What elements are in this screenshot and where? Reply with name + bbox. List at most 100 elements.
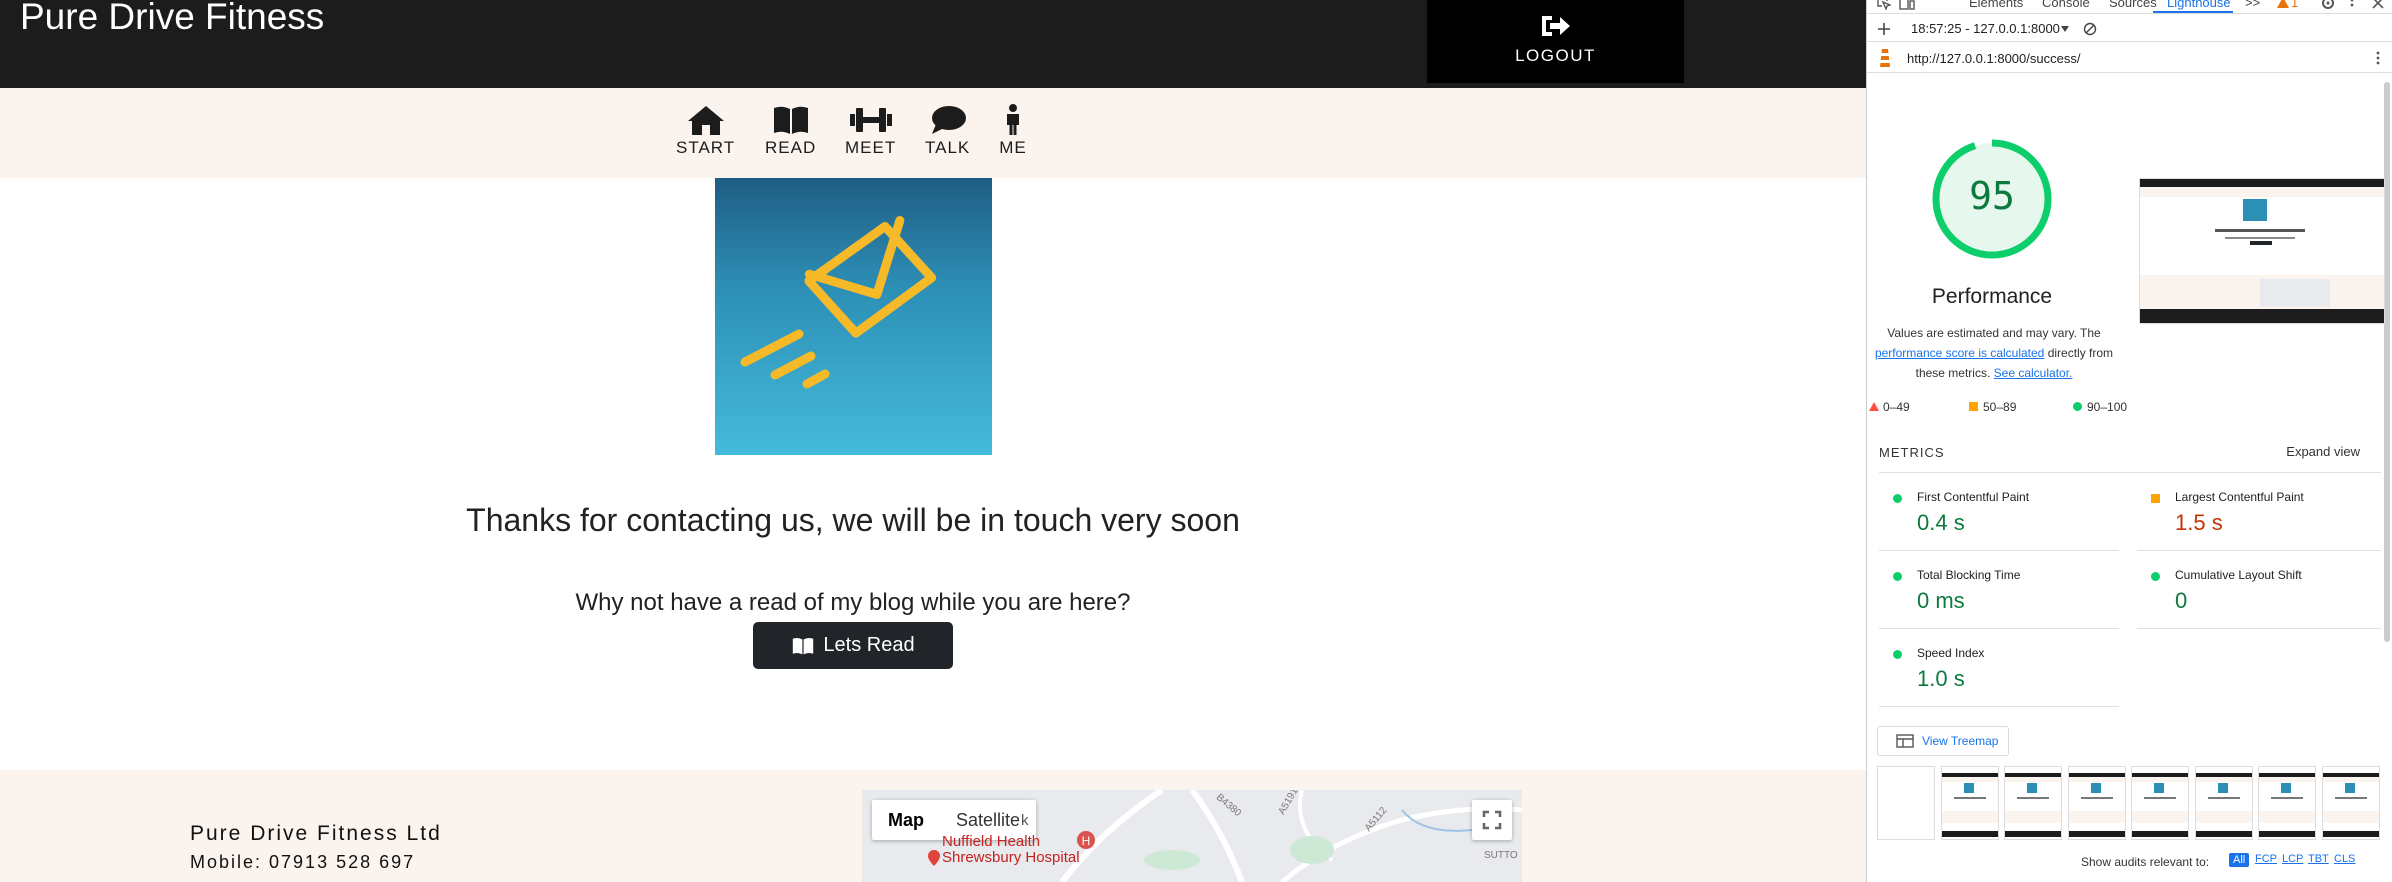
view-treemap-button[interactable]: View Treemap bbox=[1877, 726, 2009, 756]
nav-label-talk: TALK bbox=[925, 138, 971, 157]
main-nav: START READ MEET TALK ME bbox=[0, 88, 1866, 178]
nav-label-start: START bbox=[676, 138, 736, 157]
devtools-tabbar: Elements Console Sources Lighthouse >> 1 bbox=[1867, 0, 2392, 14]
metric-name: Total Blocking Time bbox=[1917, 568, 2021, 582]
lighthouse-icon bbox=[1880, 49, 1890, 67]
flying-envelope-icon bbox=[740, 215, 937, 389]
metric-name: Largest Contentful Paint bbox=[2175, 490, 2304, 504]
logout-button[interactable]: LOGOUT bbox=[1427, 0, 1684, 83]
home-icon bbox=[687, 106, 724, 135]
audit-filter-cls[interactable]: CLS bbox=[2334, 853, 2355, 865]
google-map[interactable]: Map Satellite Nuffield Health Shrewsbury… bbox=[862, 790, 1522, 882]
tab-elements[interactable]: Elements bbox=[1969, 0, 2023, 10]
filmstrip-frame bbox=[2131, 766, 2189, 840]
close-icon[interactable] bbox=[2372, 0, 2384, 9]
metrics-divider bbox=[1879, 472, 2381, 473]
filmstrip-frame bbox=[2258, 766, 2316, 840]
map-label-sutton: SUTTO bbox=[1484, 850, 1518, 861]
tab-console[interactable]: Console bbox=[2042, 0, 2090, 10]
fail-triangle-icon bbox=[1869, 402, 1879, 411]
nav-item-talk[interactable]: TALK bbox=[925, 104, 970, 158]
brand-title[interactable]: Pure Drive Fitness bbox=[20, 0, 324, 38]
filmstrip-frame bbox=[2067, 766, 2126, 840]
panel-scrollbar[interactable] bbox=[2384, 82, 2390, 642]
pass-circle-icon bbox=[2073, 402, 2082, 411]
average-square-icon bbox=[2151, 494, 2160, 503]
plus-icon[interactable] bbox=[1877, 22, 1891, 36]
performance-title: Performance bbox=[1931, 285, 2053, 308]
report-select[interactable]: 18:57:25 - 127.0.0.1:8000 bbox=[1911, 21, 2060, 36]
legend-pass: 90–100 bbox=[2073, 400, 2128, 414]
location-pin-icon bbox=[928, 850, 940, 866]
pass-circle-icon bbox=[2151, 572, 2160, 581]
warning-count: 1 bbox=[2291, 0, 2299, 10]
average-square-icon bbox=[1969, 402, 1978, 411]
inspect-icon[interactable] bbox=[1877, 0, 1891, 10]
nav-item-me[interactable]: ME bbox=[998, 104, 1028, 158]
performance-score: 95 bbox=[1969, 174, 2015, 218]
filmstrip-frame bbox=[1940, 766, 1999, 840]
lets-read-button[interactable]: Lets Read bbox=[753, 622, 953, 669]
more-tabs-button[interactable]: >> bbox=[2245, 0, 2260, 10]
settings-icon[interactable] bbox=[2321, 0, 2335, 10]
active-tab-indicator bbox=[2153, 11, 2233, 13]
top-header: Pure Drive Fitness LOGOUT bbox=[0, 0, 1866, 88]
nav-item-start[interactable]: START bbox=[676, 104, 735, 158]
url-bar: http://127.0.0.1:8000/success/ bbox=[1867, 43, 2392, 73]
map-type-map[interactable]: Map bbox=[872, 800, 940, 840]
audit-filter-lcp[interactable]: LCP bbox=[2282, 853, 2303, 865]
thanks-message: Thanks for contacting us, we will be in … bbox=[466, 502, 1240, 538]
see-calculator-link[interactable]: See calculator. bbox=[1994, 366, 2073, 380]
metric-name: Cumulative Layout Shift bbox=[2175, 568, 2302, 582]
final-screenshot-thumbnail[interactable] bbox=[2139, 178, 2385, 324]
score-calculated-link[interactable]: performance score is calculated bbox=[1875, 346, 2044, 360]
audit-filter-tbt[interactable]: TBT bbox=[2308, 853, 2329, 865]
metrics-divider bbox=[1879, 550, 2119, 551]
legend-average: 50–89 bbox=[1969, 400, 2017, 414]
kebab-menu-icon[interactable] bbox=[2375, 50, 2381, 66]
chevron-down-icon bbox=[2061, 26, 2069, 32]
metric-value: 1.0 s bbox=[1917, 666, 1965, 691]
audit-filter-fcp[interactable]: FCP bbox=[2255, 853, 2277, 865]
legend-fail: 0–49 bbox=[1869, 400, 1910, 414]
nav-label-meet: MEET bbox=[845, 138, 897, 157]
pass-circle-icon bbox=[1893, 650, 1902, 659]
expand-view-toggle[interactable]: Expand view bbox=[2286, 444, 2360, 459]
fullscreen-button[interactable] bbox=[1472, 800, 1512, 840]
map-label-hospital: Nuffield Health Shrewsbury Hospital bbox=[942, 833, 1080, 866]
sign-out-icon bbox=[1542, 16, 1570, 36]
site-footer: Pure Drive Fitness Ltd Mobile: 07913 528… bbox=[0, 770, 1866, 882]
nav-label-me: ME bbox=[999, 138, 1027, 157]
clear-icon[interactable] bbox=[2083, 22, 2097, 36]
lets-read-label: Lets Read bbox=[823, 634, 915, 656]
filmstrip-frame bbox=[2321, 766, 2380, 840]
kebab-menu-icon[interactable] bbox=[2349, 0, 2355, 10]
person-icon bbox=[1007, 104, 1019, 135]
tab-sources[interactable]: Sources bbox=[2109, 0, 2157, 10]
book-icon bbox=[773, 106, 808, 134]
filmstrip-frame bbox=[2004, 766, 2062, 840]
audit-filter-all[interactable]: All bbox=[2229, 853, 2250, 867]
metric-name: First Contentful Paint bbox=[1917, 490, 2030, 504]
nav-item-read[interactable]: READ bbox=[765, 104, 816, 158]
page: Pure Drive Fitness LOGOUT START READ MEE… bbox=[0, 0, 2392, 882]
metrics-divider bbox=[1879, 628, 2119, 629]
show-audits-label: Show audits relevant to: bbox=[2081, 855, 2210, 869]
nav-item-meet[interactable]: MEET bbox=[845, 104, 896, 158]
treemap-icon bbox=[1896, 734, 1914, 748]
audited-url: http://127.0.0.1:8000/success/ bbox=[1907, 51, 2081, 66]
company-mobile: Mobile: 07913 528 697 bbox=[190, 852, 416, 872]
filmstrip-frame bbox=[1877, 766, 1935, 840]
warning-icon[interactable] bbox=[2277, 0, 2289, 9]
device-toolbar-icon[interactable] bbox=[1899, 0, 1915, 10]
tab-lighthouse[interactable]: Lighthouse bbox=[2167, 0, 2231, 10]
filmstrip bbox=[1877, 766, 2383, 840]
metric-value: 1.5 s bbox=[2175, 510, 2223, 535]
metric-value: 0 ms bbox=[1917, 588, 1965, 613]
metrics-divider bbox=[2137, 550, 2381, 551]
note-prefix: Values are estimated and may vary. The bbox=[1887, 326, 2101, 340]
legend-average-label: 50–89 bbox=[1983, 400, 2017, 414]
pass-circle-icon bbox=[1893, 572, 1902, 581]
website-viewport: Pure Drive Fitness LOGOUT START READ MEE… bbox=[0, 0, 1866, 882]
legend-pass-label: 90–100 bbox=[2087, 400, 2128, 414]
